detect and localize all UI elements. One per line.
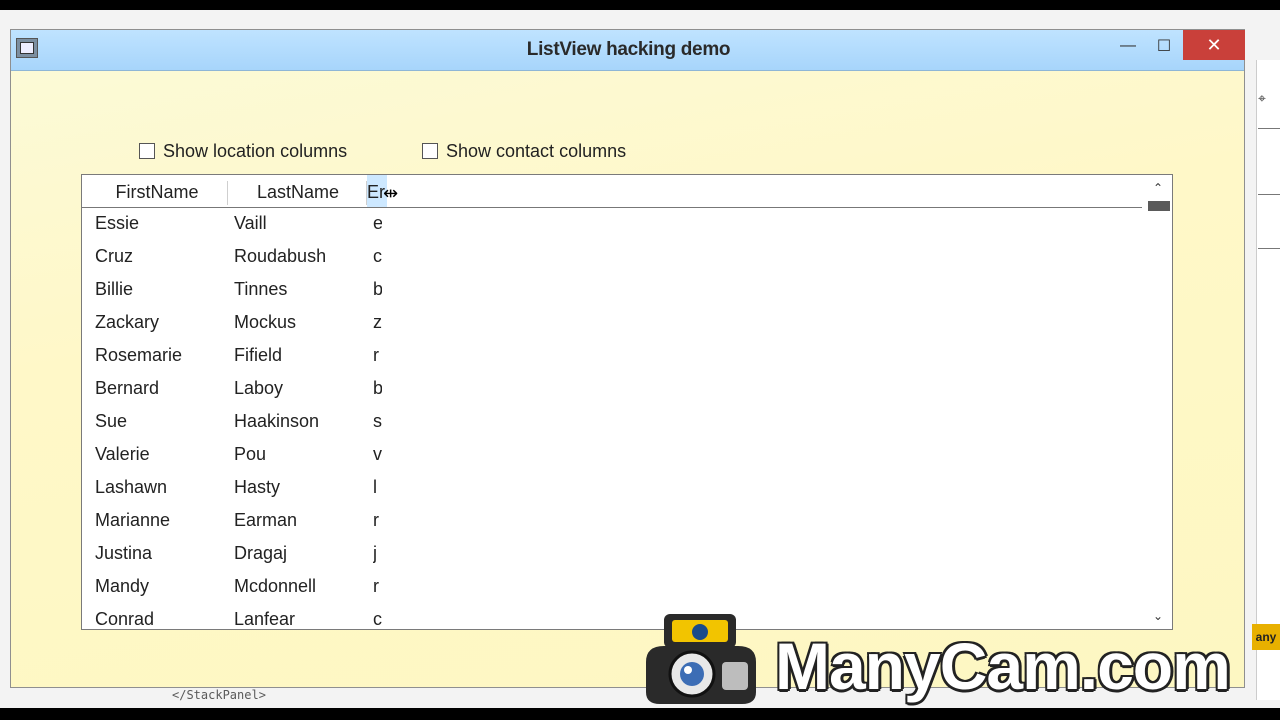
firstname-cell: Zackary xyxy=(95,312,160,332)
lastname-cell: Mockus xyxy=(234,312,297,332)
email-cell: z xyxy=(373,312,382,332)
checkbox-box[interactable] xyxy=(422,143,438,159)
ide-code-line: </StackPanel> xyxy=(172,688,266,702)
show-location-checkbox[interactable]: Show location columns xyxy=(139,138,347,164)
maximize-button[interactable]: ☐ xyxy=(1146,30,1182,62)
screen-top-border xyxy=(0,0,1280,10)
table-row[interactable]: Conrad Lanfear c xyxy=(82,604,1142,628)
column-header-firstname[interactable]: FirstName xyxy=(87,175,227,207)
firstname-cell: Justina xyxy=(95,543,153,563)
lastname-cell: Fifield xyxy=(234,345,283,365)
table-row[interactable]: Lashawn Hasty l xyxy=(82,472,1142,505)
firstname-cell: Marianne xyxy=(95,510,171,530)
ide-divider xyxy=(1258,128,1280,129)
checkbox-label: Show contact columns xyxy=(446,140,627,161)
email-cell: l xyxy=(373,477,377,497)
ide-side-panel xyxy=(1256,60,1280,700)
firstname-cell: Valerie xyxy=(95,444,150,464)
firstname-cell: Bernard xyxy=(95,378,160,398)
app-window: ListView hacking demo — ☐ ✕ Show locatio… xyxy=(10,29,1245,688)
firstname-cell: Essie xyxy=(95,213,140,233)
scroll-down-icon[interactable]: ⌄ xyxy=(1144,605,1172,627)
lastname-cell: Vaill xyxy=(234,213,267,233)
show-contact-checkbox[interactable]: Show contact columns xyxy=(422,138,626,164)
lastname-cell: Dragaj xyxy=(234,543,288,563)
firstname-cell: Cruz xyxy=(95,246,134,266)
lastname-cell: Lanfear xyxy=(234,609,296,628)
table-row[interactable]: Justina Dragaj j xyxy=(82,538,1142,571)
firstname-cell: Billie xyxy=(95,279,134,299)
email-cell: v xyxy=(373,444,382,464)
title-bar[interactable]: ListView hacking demo — ☐ ✕ xyxy=(11,30,1245,71)
email-cell: b xyxy=(373,373,382,406)
lastname-cell: Haakinson xyxy=(234,411,320,431)
email-cell: r xyxy=(373,576,379,596)
table-row[interactable]: Cruz Roudabush c xyxy=(82,241,1142,274)
ide-badge: any xyxy=(1252,624,1280,650)
manycam-watermark: ManyCam.com xyxy=(775,629,1231,703)
firstname-cell: Lashawn xyxy=(95,477,168,497)
email-cell: b xyxy=(373,274,382,307)
people-listview[interactable]: FirstName LastName Er ⇹ Essie Vaill e Cruz R… xyxy=(81,174,1173,630)
firstname-cell: Rosemarie xyxy=(95,345,183,365)
lastname-cell: Hasty xyxy=(234,477,281,497)
email-cell: j xyxy=(373,543,377,563)
table-row[interactable]: Rosemarie Fifield r xyxy=(82,340,1142,373)
firstname-cell: Mandy xyxy=(95,576,150,596)
lastname-cell: Tinnes xyxy=(234,279,288,299)
email-cell: s xyxy=(373,411,382,431)
lastname-cell: Earman xyxy=(234,510,298,530)
listview-header: FirstName LastName Er ⇹ xyxy=(82,175,1142,208)
email-cell: r xyxy=(373,510,379,530)
lastname-cell: Roudabush xyxy=(234,246,327,266)
resize-cursor-icon: ⇹ xyxy=(383,183,399,203)
pin-icon[interactable]: ⌖ xyxy=(1258,90,1266,107)
window-title: ListView hacking demo xyxy=(526,39,731,60)
email-cell: e xyxy=(373,208,382,241)
ide-divider xyxy=(1258,248,1280,249)
email-cell: c xyxy=(373,609,382,628)
table-row[interactable]: Mandy Mcdonnell r xyxy=(82,571,1142,604)
lastname-cell: Mcdonnell xyxy=(234,576,317,596)
firstname-cell: Conrad xyxy=(95,609,155,628)
table-row[interactable]: Billie Tinnes b xyxy=(82,274,1142,307)
minimize-button[interactable]: — xyxy=(1110,30,1146,62)
table-row[interactable]: Bernard Laboy b xyxy=(82,373,1142,406)
email-cell: c xyxy=(373,246,382,266)
screen-bottom-border xyxy=(0,708,1280,720)
column-header-lastname[interactable]: LastName xyxy=(228,175,368,207)
table-row[interactable]: Valerie Pou v xyxy=(82,439,1142,472)
listview-body: EssieVailleCruzRoudabushcBillieTinnesbZa… xyxy=(82,208,1142,628)
table-row[interactable]: Marianne Earman r xyxy=(82,505,1142,538)
scroll-up-icon[interactable]: ⌃ xyxy=(1144,177,1172,199)
lastname-cell: Pou xyxy=(234,444,267,464)
table-row[interactable]: Sue Haakinson s xyxy=(82,406,1142,439)
table-row[interactable]: Essie Vaill e xyxy=(82,208,1142,241)
webcam-icon xyxy=(646,614,756,704)
checkbox-label: Show location columns xyxy=(163,140,348,161)
close-button[interactable]: ✕ xyxy=(1183,30,1245,60)
table-row[interactable]: Zackary Mockus z xyxy=(82,307,1142,340)
email-cell: r xyxy=(373,345,379,365)
checkbox-box[interactable] xyxy=(139,143,155,159)
firstname-cell: Sue xyxy=(95,411,128,431)
lastname-cell: Laboy xyxy=(234,378,284,398)
ide-divider xyxy=(1258,194,1280,195)
scrollbar-thumb[interactable] xyxy=(1148,201,1170,211)
vertical-scrollbar[interactable]: ⌃ ⌄ xyxy=(1144,175,1172,629)
